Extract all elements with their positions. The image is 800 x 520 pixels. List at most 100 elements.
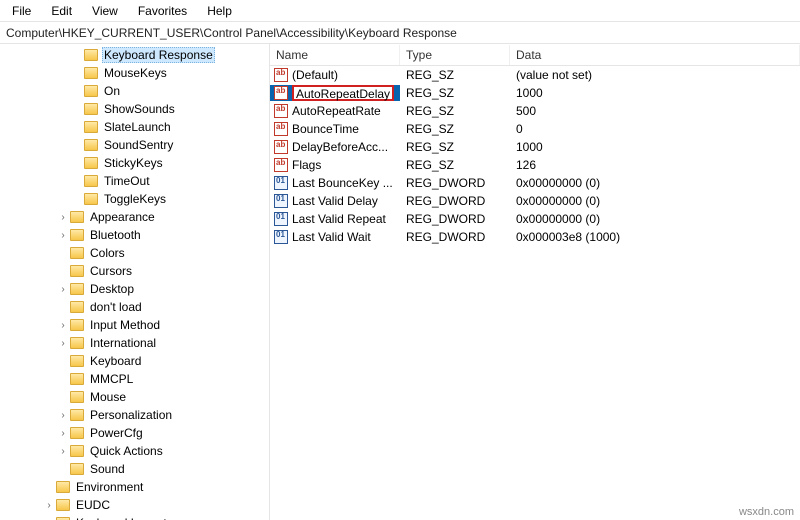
binary-value-icon — [274, 194, 288, 208]
tree-item[interactable]: ·TimeOut — [0, 172, 270, 190]
folder-icon — [56, 499, 70, 511]
value-name: AutoRepeatRate — [292, 104, 381, 118]
value-name-edit[interactable]: AutoRepeatDelay — [292, 85, 394, 101]
tree-item[interactable]: ·Environment — [0, 478, 270, 496]
value-data: (value not set) — [510, 68, 800, 82]
value-name-cell[interactable]: DelayBeforeAcc... — [270, 140, 400, 154]
value-data: 0x000003e8 (1000) — [510, 230, 800, 244]
tree-item[interactable]: ›Input Method — [0, 316, 270, 334]
tree-item[interactable]: ·Keyboard — [0, 352, 270, 370]
folder-icon — [70, 391, 84, 403]
chevron-right-icon[interactable]: › — [56, 338, 70, 349]
menu-help[interactable]: Help — [199, 2, 240, 20]
menu-view[interactable]: View — [84, 2, 126, 20]
address-bar[interactable]: Computer\HKEY_CURRENT_USER\Control Panel… — [0, 22, 800, 44]
tree-item[interactable]: ·Keyboard Response — [0, 46, 270, 64]
column-header-name[interactable]: Name — [270, 45, 400, 65]
value-name-cell[interactable]: AutoRepeatDelay — [270, 85, 400, 101]
tree-item[interactable]: ›Appearance — [0, 208, 270, 226]
tree-item[interactable]: ·Mouse — [0, 388, 270, 406]
tree-item[interactable]: ›EUDC — [0, 496, 270, 514]
chevron-right-icon[interactable]: › — [56, 446, 70, 457]
chevron-right-icon[interactable]: › — [56, 212, 70, 223]
value-row[interactable]: AutoRepeatRateREG_SZ500 — [270, 102, 800, 120]
chevron-right-icon[interactable]: › — [56, 428, 70, 439]
value-row[interactable]: Last Valid WaitREG_DWORD0x000003e8 (1000… — [270, 228, 800, 246]
tree-item[interactable]: ·MMCPL — [0, 370, 270, 388]
folder-icon — [70, 463, 84, 475]
value-row[interactable]: DelayBeforeAcc...REG_SZ1000 — [270, 138, 800, 156]
value-row[interactable]: Last Valid DelayREG_DWORD0x00000000 (0) — [270, 192, 800, 210]
chevron-right-icon[interactable]: › — [56, 410, 70, 421]
tree-item-label: StickyKeys — [102, 156, 165, 170]
value-name-cell[interactable]: BounceTime — [270, 122, 400, 136]
menu-edit[interactable]: Edit — [43, 2, 80, 20]
tree-item[interactable]: ·SoundSentry — [0, 136, 270, 154]
tree-item-label: On — [102, 84, 122, 98]
value-name: Last Valid Repeat — [292, 212, 386, 226]
folder-icon — [70, 319, 84, 331]
tree-item[interactable]: ·On — [0, 82, 270, 100]
tree-item[interactable]: › PowerCfg — [0, 424, 270, 442]
tree-item[interactable]: ·Cursors — [0, 262, 270, 280]
chevron-right-icon[interactable]: › — [42, 500, 56, 511]
folder-icon — [70, 409, 84, 421]
tree-item[interactable]: ·StickyKeys — [0, 154, 270, 172]
tree-item[interactable]: ·ToggleKeys — [0, 190, 270, 208]
values-pane[interactable]: Name Type Data (Default)REG_SZ(value not… — [270, 44, 800, 520]
value-name-cell[interactable]: Flags — [270, 158, 400, 172]
tree-item-label: Keyboard Response — [102, 47, 215, 63]
tree-item[interactable]: ·Colors — [0, 244, 270, 262]
value-data: 126 — [510, 158, 800, 172]
chevron-right-icon[interactable]: › — [56, 320, 70, 331]
folder-icon — [70, 229, 84, 241]
value-name: Last Valid Delay — [292, 194, 378, 208]
tree-item[interactable]: ·don't load — [0, 298, 270, 316]
tree-pane[interactable]: ·Keyboard Response·MouseKeys·On·ShowSoun… — [0, 44, 270, 520]
tree-item-label: Quick Actions — [88, 444, 165, 458]
value-row[interactable]: Last BounceKey ...REG_DWORD0x00000000 (0… — [270, 174, 800, 192]
folder-icon — [70, 427, 84, 439]
value-data: 0x00000000 (0) — [510, 212, 800, 226]
value-data: 0x00000000 (0) — [510, 176, 800, 190]
tree-item-label: ToggleKeys — [102, 192, 168, 206]
tree-item[interactable]: ›International — [0, 334, 270, 352]
tree-item-label: PowerCfg — [88, 426, 145, 440]
value-name-cell[interactable]: Last BounceKey ... — [270, 176, 400, 190]
value-name: Last BounceKey ... — [292, 176, 393, 190]
tree-item[interactable]: ·Sound — [0, 460, 270, 478]
tree-item[interactable]: ›Bluetooth — [0, 226, 270, 244]
menu-file[interactable]: File — [4, 2, 39, 20]
value-name-cell[interactable]: (Default) — [270, 68, 400, 82]
tree-item[interactable]: ›Desktop — [0, 280, 270, 298]
value-row[interactable]: Last Valid RepeatREG_DWORD0x00000000 (0) — [270, 210, 800, 228]
chevron-right-icon[interactable]: › — [56, 230, 70, 241]
menu-favorites[interactable]: Favorites — [130, 2, 195, 20]
tree-item[interactable]: ·SlateLaunch — [0, 118, 270, 136]
string-value-icon — [274, 86, 288, 100]
value-name-cell[interactable]: Last Valid Delay — [270, 194, 400, 208]
tree-item[interactable]: › Quick Actions — [0, 442, 270, 460]
folder-icon — [84, 85, 98, 97]
column-header-data[interactable]: Data — [510, 45, 800, 65]
value-name-cell[interactable]: AutoRepeatRate — [270, 104, 400, 118]
tree-item-label: Mouse — [88, 390, 128, 404]
tree-item[interactable]: ·MouseKeys — [0, 64, 270, 82]
value-row[interactable]: (Default)REG_SZ(value not set) — [270, 66, 800, 84]
value-row[interactable]: AutoRepeatDelayREG_SZ1000 — [270, 84, 800, 102]
folder-icon — [84, 49, 98, 61]
folder-icon — [70, 247, 84, 259]
value-data: 1000 — [510, 140, 800, 154]
value-name-cell[interactable]: Last Valid Wait — [270, 230, 400, 244]
tree-item[interactable]: ›Keyboard Layout — [0, 514, 270, 520]
value-row[interactable]: BounceTimeREG_SZ0 — [270, 120, 800, 138]
tree-item[interactable]: ›Personalization — [0, 406, 270, 424]
tree-item-label: ShowSounds — [102, 102, 177, 116]
value-row[interactable]: FlagsREG_SZ126 — [270, 156, 800, 174]
chevron-right-icon[interactable]: › — [56, 284, 70, 295]
value-type: REG_DWORD — [400, 230, 510, 244]
tree-item-label: don't load — [88, 300, 144, 314]
tree-item[interactable]: ·ShowSounds — [0, 100, 270, 118]
value-name-cell[interactable]: Last Valid Repeat — [270, 212, 400, 226]
column-header-type[interactable]: Type — [400, 45, 510, 65]
